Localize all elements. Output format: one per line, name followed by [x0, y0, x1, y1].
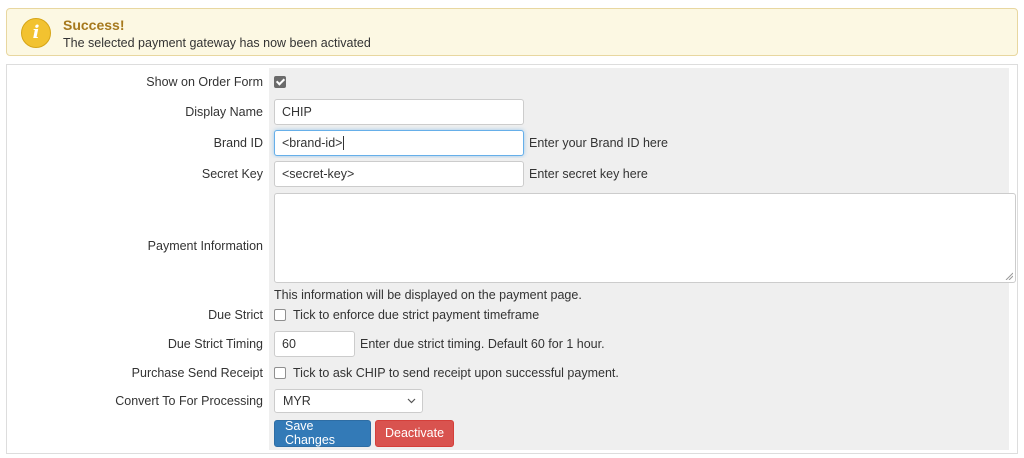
due-strict-timing-hint: Enter due strict timing. Default 60 for … [360, 337, 605, 351]
convert-to-selected: MYR [283, 394, 311, 408]
row-display-name: Display Name CHIP [15, 96, 1009, 127]
convert-to-label: Convert To For Processing [15, 386, 267, 416]
resize-grip-icon[interactable] [1005, 272, 1013, 280]
row-secret-key: Secret Key <secret-key> Enter secret key… [15, 158, 1009, 190]
secret-key-label: Secret Key [15, 158, 267, 190]
secret-key-value: <secret-key> [282, 167, 355, 181]
chevron-down-icon [407, 398, 416, 404]
display-name-value: CHIP [282, 104, 312, 119]
payment-information-help: This information will be displayed on th… [274, 288, 582, 302]
secret-key-hint: Enter secret key here [529, 167, 648, 181]
due-strict-checkbox[interactable] [274, 309, 286, 321]
show-on-order-form-checkbox[interactable] [274, 76, 286, 88]
purchase-send-receipt-checkbox[interactable] [274, 367, 286, 379]
due-strict-timing-input[interactable]: 60 [274, 331, 355, 357]
row-convert-to: Convert To For Processing MYR [15, 386, 1009, 416]
show-on-order-form-label: Show on Order Form [15, 68, 267, 96]
alert-message: The selected payment gateway has now bee… [63, 36, 371, 50]
due-strict-timing-label: Due Strict Timing [15, 328, 267, 360]
due-strict-timing-value: 60 [282, 337, 296, 351]
due-strict-label: Due Strict [15, 302, 267, 328]
brand-id-label: Brand ID [15, 127, 267, 158]
row-brand-id: Brand ID <brand-id> Enter your Brand ID … [15, 127, 1009, 158]
purchase-send-receipt-label: Purchase Send Receipt [15, 360, 267, 386]
save-changes-button[interactable]: Save Changes [274, 419, 371, 447]
success-alert: i Success! The selected payment gateway … [6, 8, 1018, 56]
row-show-on-order-form: Show on Order Form [15, 68, 1009, 96]
brand-id-input[interactable]: <brand-id> [274, 129, 524, 156]
brand-id-hint: Enter your Brand ID here [529, 135, 668, 150]
row-actions: Save Changes Deactivate [15, 416, 1009, 450]
row-purchase-send-receipt: Purchase Send Receipt Tick to ask CHIP t… [15, 360, 1009, 386]
secret-key-input[interactable]: <secret-key> [274, 161, 524, 187]
gateway-settings-panel: Show on Order Form Display Name CHIP Bra… [6, 64, 1018, 454]
row-payment-information: Payment Information This information wil… [15, 190, 1016, 302]
row-due-strict: Due Strict Tick to enforce due strict pa… [15, 302, 1009, 328]
info-icon: i [21, 18, 51, 48]
row-due-strict-timing: Due Strict Timing 60 Enter due strict ti… [15, 328, 1009, 360]
payment-information-label: Payment Information [15, 190, 267, 302]
brand-id-value: <brand-id> [282, 135, 343, 150]
alert-title: Success! [63, 17, 125, 33]
due-strict-checkbox-label[interactable]: Tick to enforce due strict payment timef… [293, 308, 539, 322]
convert-to-select[interactable]: MYR [274, 389, 423, 413]
payment-information-textarea[interactable] [274, 193, 1016, 283]
display-name-input[interactable]: CHIP [274, 98, 524, 125]
purchase-send-receipt-checkbox-label[interactable]: Tick to ask CHIP to send receipt upon su… [293, 366, 619, 380]
display-name-label: Display Name [15, 96, 267, 127]
deactivate-button[interactable]: Deactivate [375, 419, 454, 447]
text-caret [343, 135, 345, 150]
